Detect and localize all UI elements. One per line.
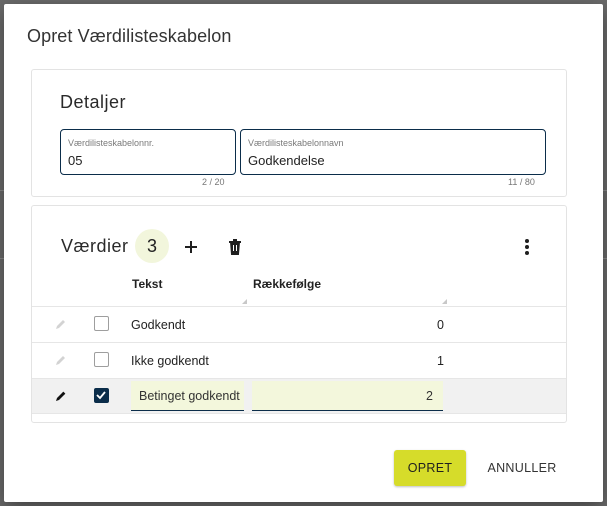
dialog-title: Opret Værdilisteskabelon	[27, 26, 232, 46]
column-resize-handle[interactable]	[242, 299, 247, 304]
pencil-icon[interactable]	[52, 388, 68, 404]
edit-order-input[interactable]: 2	[252, 381, 443, 411]
template-name-counter: 11 / 80	[508, 177, 535, 187]
row-checkbox[interactable]	[94, 388, 109, 403]
cell-order[interactable]: 1	[400, 354, 444, 368]
cancel-button[interactable]: ANNULLER	[478, 450, 566, 486]
cell-text[interactable]: Godkendt	[131, 318, 185, 332]
row-checkbox[interactable]	[94, 316, 109, 331]
edit-text-input[interactable]: Betinget godkendt	[131, 381, 244, 411]
cell-order[interactable]: 0	[400, 318, 444, 332]
column-resize-handle[interactable]	[442, 299, 447, 304]
pencil-icon[interactable]	[52, 316, 68, 332]
create-button[interactable]: OPRET	[394, 450, 466, 486]
details-title: Detaljer	[60, 92, 127, 112]
plus-icon[interactable]	[180, 236, 202, 258]
template-number-counter: 2 / 20	[202, 177, 225, 187]
template-name-field[interactable]: Værdilisteskabelonnavn	[240, 129, 546, 175]
table-row[interactable]	[32, 306, 566, 342]
column-header-order[interactable]: Rækkefølge	[253, 277, 321, 291]
column-header-text[interactable]: Tekst	[132, 277, 162, 291]
more-vert-icon[interactable]	[516, 236, 538, 258]
table-row[interactable]	[32, 342, 566, 378]
values-count-badge: 3	[135, 229, 169, 263]
template-name-input[interactable]	[248, 153, 522, 168]
cell-text[interactable]: Ikke godkendt	[131, 354, 209, 368]
values-title: Værdier	[61, 236, 129, 256]
template-number-input[interactable]	[68, 153, 225, 168]
pencil-icon[interactable]	[52, 352, 68, 368]
template-number-label: Værdilisteskabelonnr.	[68, 138, 155, 148]
template-number-field[interactable]: Værdilisteskabelonnr.	[60, 129, 236, 175]
template-name-label: Værdilisteskabelonnavn	[248, 138, 344, 148]
row-checkbox[interactable]	[94, 352, 109, 367]
trash-icon[interactable]	[224, 236, 246, 258]
